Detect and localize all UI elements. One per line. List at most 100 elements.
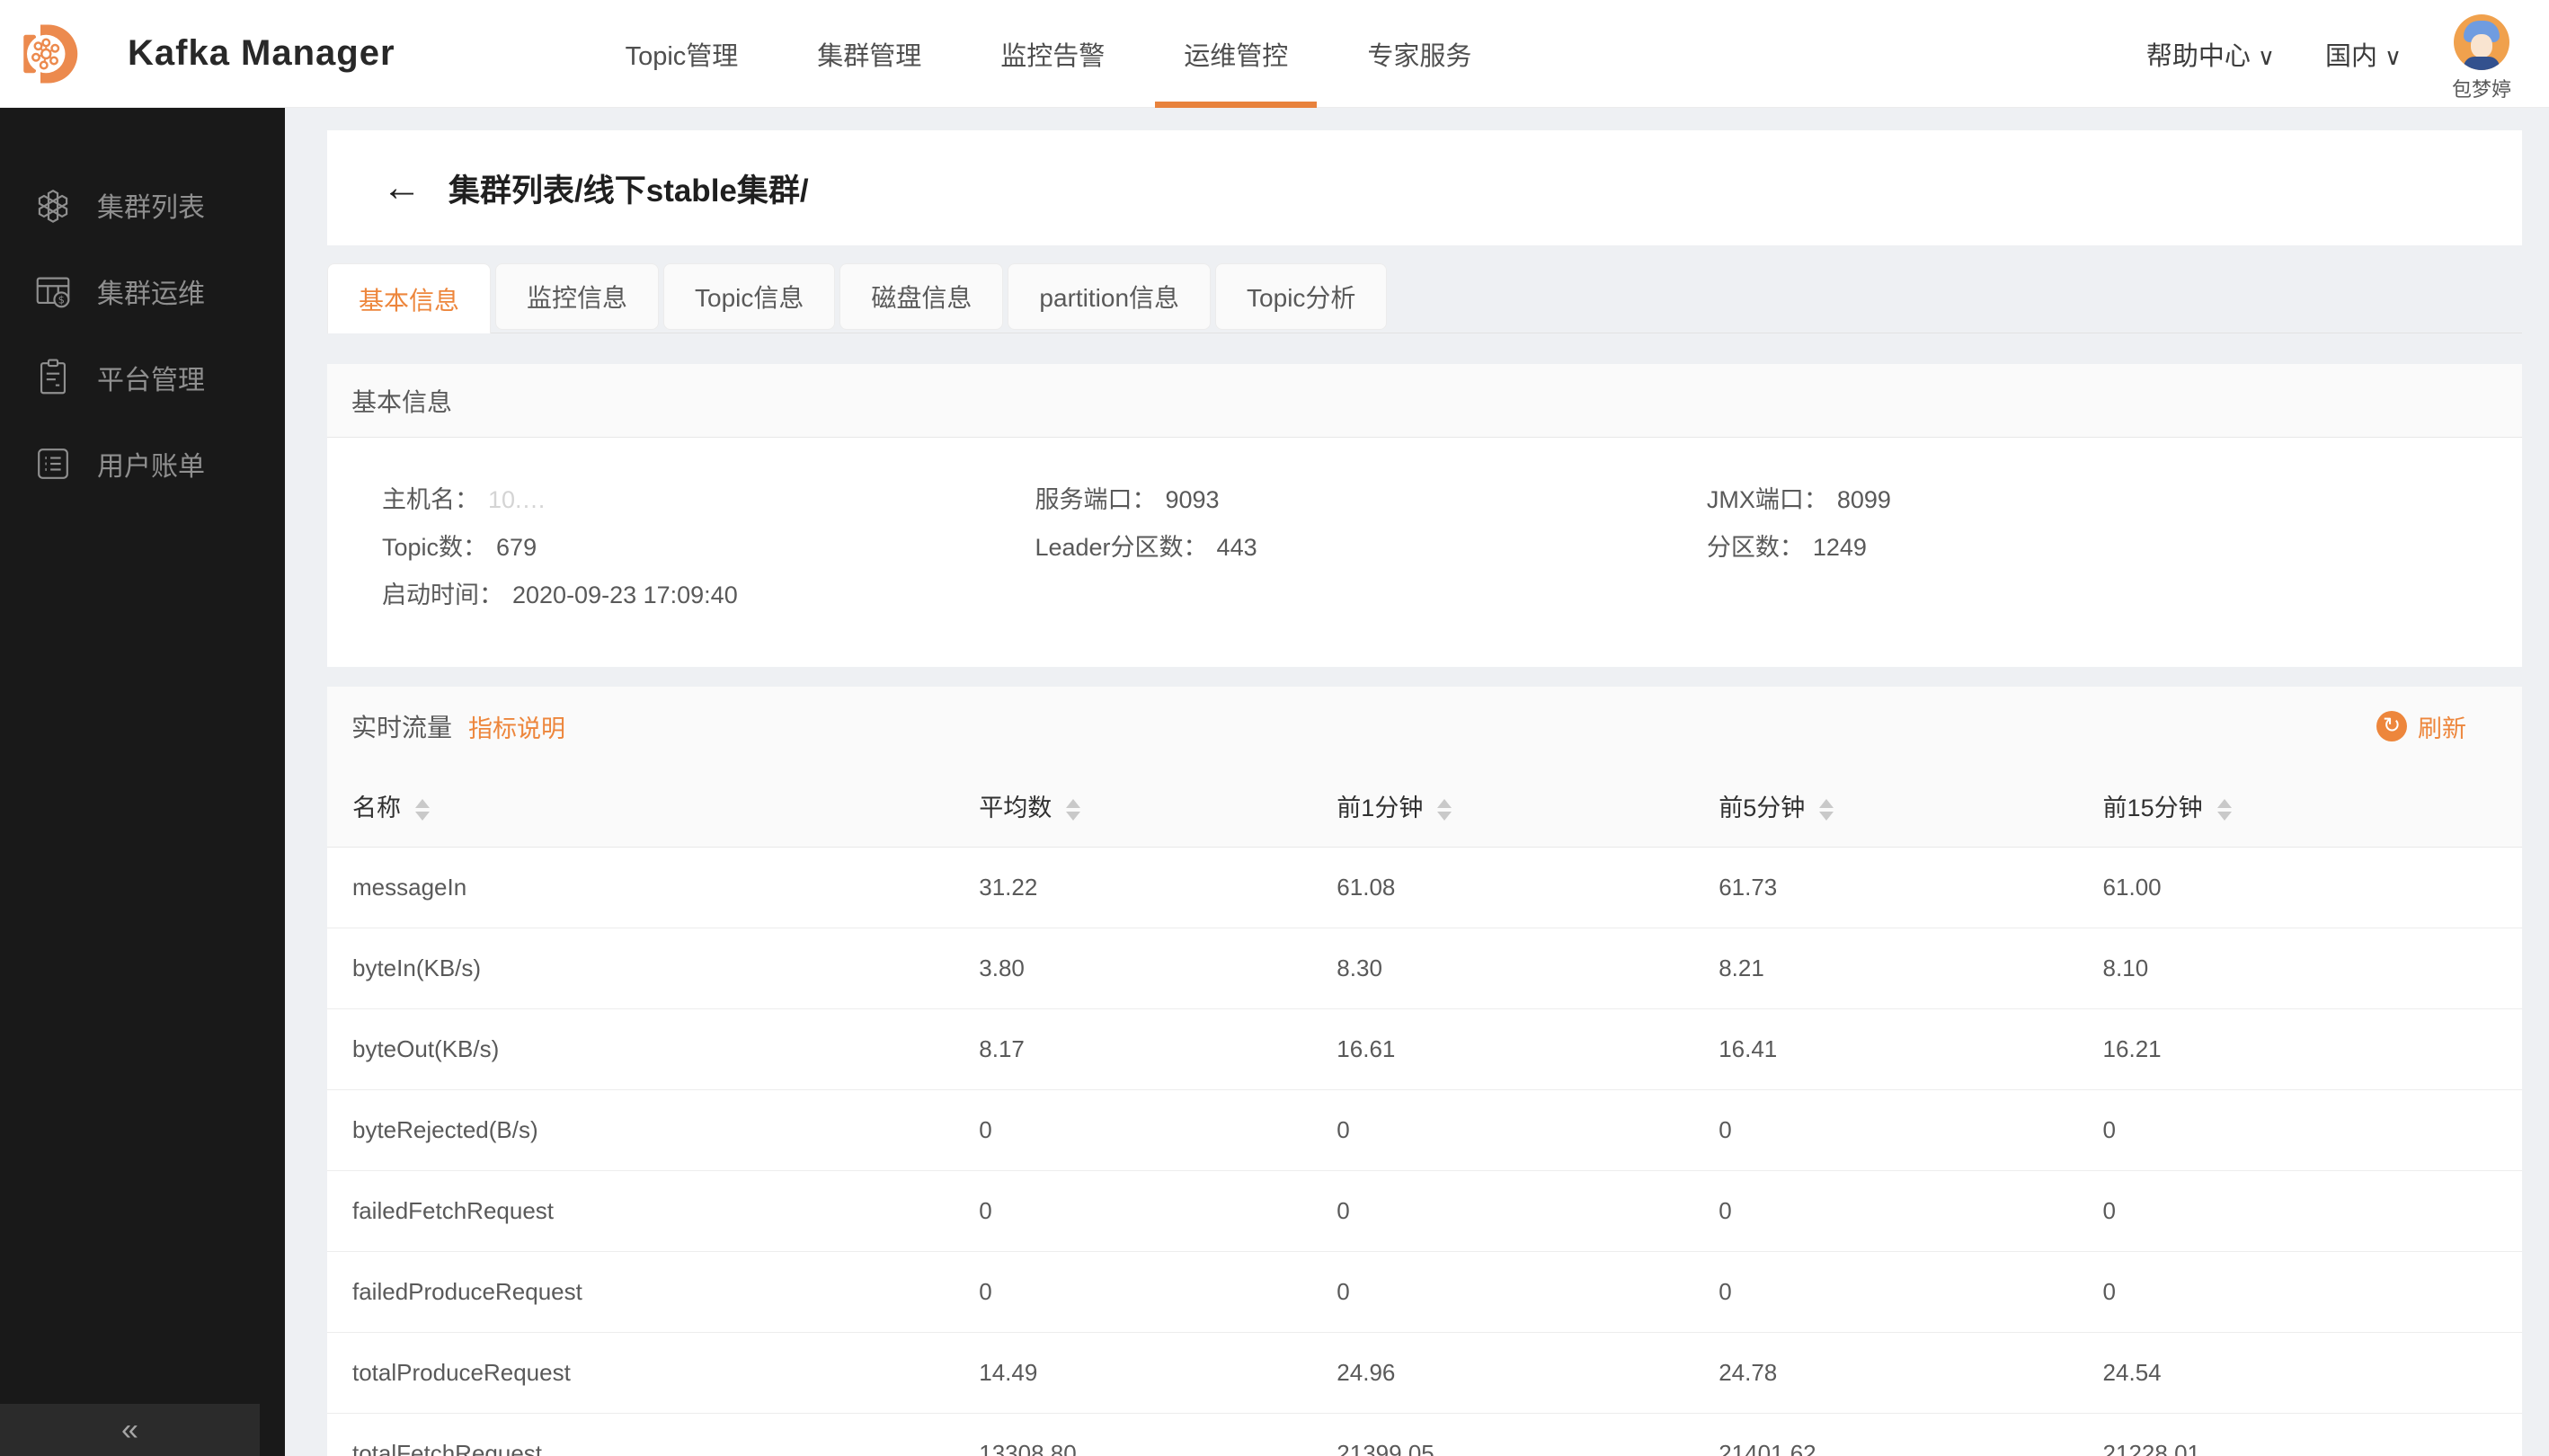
metric-1min-cell: 0 [1337,1251,1719,1332]
sidebar-item-label: 用户账单 [97,444,205,484]
table-row: byteIn(KB/s) 3.80 8.30 8.21 8.10 [327,928,2522,1008]
metric-name-cell: totalProduceRequest [327,1332,979,1413]
region-label: 国内 [2325,42,2377,71]
metrics-column-header[interactable]: 平均数 [979,766,1337,847]
field-service-port: 服务端口：9093 [1035,488,1706,512]
refresh-icon: ↻ [2376,711,2407,741]
metric-1min-cell: 8.30 [1337,928,1719,1008]
metrics-column-header[interactable]: 前1分钟 [1337,766,1719,847]
avatar[interactable] [2454,14,2509,70]
sidebar-item-label: 集群运维 [97,271,205,311]
refresh-label: 刷新 [2418,709,2466,744]
help-center-label: 帮助中心 [2146,42,2251,71]
sort-caret-icon[interactable] [415,799,430,821]
metric-avg-cell: 31.22 [979,847,1337,928]
metric-15min-cell: 16.21 [2103,1008,2522,1089]
tab-topic-info[interactable]: Topic信息 [663,263,835,330]
region-dropdown[interactable]: 国内∨ [2325,35,2402,73]
tab-label: 磁盘信息 [871,279,972,315]
sort-caret-icon[interactable] [1437,799,1452,821]
refresh-button[interactable]: ↻ 刷新 [2376,709,2466,744]
tabs-row: 基本信息 监控信息 Topic信息 磁盘信息 partition信息 Topic… [327,263,2522,333]
field-partition-count: 分区数：1249 [1707,536,2468,560]
metric-5min-cell: 0 [1719,1251,2102,1332]
brand: Kafka Manager [0,16,395,92]
field-label: JMX端口： [1707,486,1828,513]
user-menu[interactable]: 包梦婷 [2452,5,2511,102]
field-value: 1249 [1813,534,1867,561]
tab-basic-info[interactable]: 基本信息 [327,263,491,333]
metrics-table: 名称 平均数 前1分钟 前5分钟 前15分钟 messageIn 31.22 6… [327,766,2522,1456]
metric-1min-cell: 24.96 [1337,1332,1719,1413]
tab-label: 基本信息 [359,281,459,317]
main-content: ← 集群列表/线下stable集群/ 基本信息 监控信息 Topic信息 磁盘信… [285,108,2549,1456]
metrics-column-header[interactable]: 前5分钟 [1719,766,2102,847]
sidebar-item-cluster-ops[interactable]: $ 集群运维 [0,248,285,334]
field-label: Topic数： [382,534,487,561]
platform-management-icon [32,357,74,398]
metrics-table-header-row: 名称 平均数 前1分钟 前5分钟 前15分钟 [327,766,2522,847]
metric-15min-cell: 21228.01 [2103,1413,2522,1456]
metric-avg-cell: 0 [979,1170,1337,1251]
realtime-panel-header: 实时流量 指标说明 ↻ 刷新 [327,687,2522,766]
metric-1min-cell: 61.08 [1337,847,1719,928]
username: 包梦婷 [2452,74,2511,102]
app-title: Kafka Manager [128,33,395,74]
tab-label: 监控信息 [527,279,627,315]
sidebar-item-platform-management[interactable]: 平台管理 [0,334,285,421]
basic-info-fields: 主机名：10.… 服务端口：9093 JMX端口：8099 Topic数：679… [327,438,2522,667]
svg-text:$: $ [58,294,65,306]
nav-item-label: 集群管理 [817,35,921,73]
nav-item-expert[interactable]: 专家服务 [1328,0,1511,108]
metric-avg-cell: 3.80 [979,928,1337,1008]
nav-item-cluster[interactable]: 集群管理 [777,0,961,108]
realtime-traffic-panel: 实时流量 指标说明 ↻ 刷新 名称 平均数 前1分钟 前5分钟 前15分钟 me… [327,687,2522,1456]
field-value: 443 [1217,534,1257,561]
table-row: byteRejected(B/s) 0 0 0 0 [327,1089,2522,1170]
basic-info-panel-header: 基本信息 [327,364,2522,438]
tab-partition-info[interactable]: partition信息 [1008,263,1211,330]
sort-caret-icon[interactable] [1819,799,1834,821]
sidebar-item-user-bill[interactable]: 用户账单 [0,421,285,507]
nav-item-topic[interactable]: Topic管理 [586,0,778,108]
metric-15min-cell: 8.10 [2103,928,2522,1008]
help-center-dropdown[interactable]: 帮助中心∨ [2146,35,2275,73]
field-jmx-port: JMX端口：8099 [1707,488,2468,512]
tab-topic-analysis[interactable]: Topic分析 [1215,263,1387,330]
cluster-ops-icon: $ [32,271,74,312]
back-button[interactable]: ← [382,168,422,208]
sidebar-menu: 集群列表 $ 集群运维 [0,108,285,507]
table-row: failedFetchRequest 0 0 0 0 [327,1170,2522,1251]
table-row: totalProduceRequest 14.49 24.96 24.78 24… [327,1332,2522,1413]
metric-description-link[interactable]: 指标说明 [468,709,565,744]
main-nav: Topic管理 集群管理 监控告警 运维管控 专家服务 [586,0,1512,108]
sidebar-collapse-button[interactable]: « [0,1404,260,1456]
nav-item-ops[interactable]: 运维管控 [1144,0,1328,108]
page-title: 集群列表/线下stable集群/ [449,165,809,211]
field-label: 主机名： [382,486,479,513]
field-label: 启动时间： [382,582,503,608]
sort-caret-icon[interactable] [2217,799,2232,821]
tab-disk-info[interactable]: 磁盘信息 [839,263,1003,330]
avatar-body [2464,57,2500,70]
sort-caret-icon[interactable] [1066,799,1080,821]
metric-5min-cell: 24.78 [1719,1332,2102,1413]
metric-5min-cell: 61.73 [1719,847,2102,928]
tab-monitor-info[interactable]: 监控信息 [495,263,659,330]
metric-1min-cell: 0 [1337,1089,1719,1170]
table-row: byteOut(KB/s) 8.17 16.61 16.41 16.21 [327,1008,2522,1089]
cluster-list-icon [32,184,74,226]
sidebar-item-cluster-list[interactable]: 集群列表 [0,162,285,248]
table-row: failedProduceRequest 0 0 0 0 [327,1251,2522,1332]
metric-15min-cell: 0 [2103,1170,2522,1251]
field-hostname: 主机名：10.… [382,488,1035,512]
table-row: messageIn 31.22 61.08 61.73 61.00 [327,847,2522,928]
field-label: Leader分区数： [1035,534,1207,561]
metrics-column-header[interactable]: 前15分钟 [2103,766,2522,847]
metric-avg-cell: 0 [979,1251,1337,1332]
avatar-face [2471,34,2492,58]
metric-name-cell: byteIn(KB/s) [327,928,979,1008]
metrics-column-header[interactable]: 名称 [327,766,979,847]
collapse-icon: « [121,1415,138,1445]
nav-item-monitor[interactable]: 监控告警 [961,0,1144,108]
